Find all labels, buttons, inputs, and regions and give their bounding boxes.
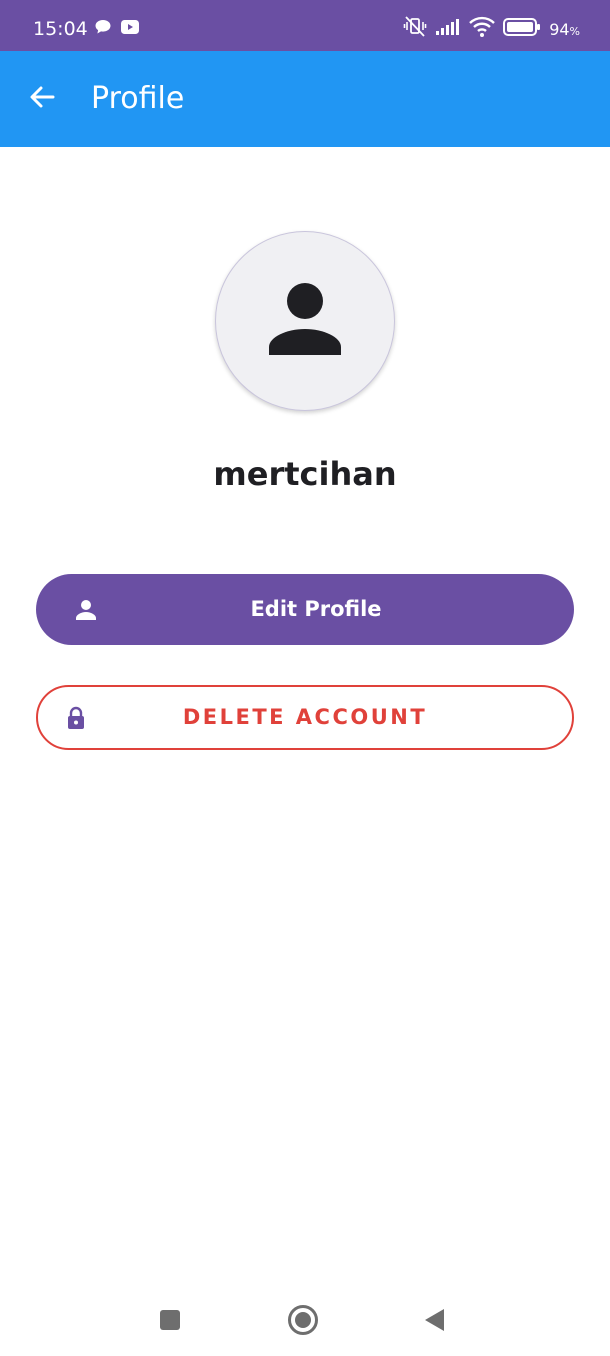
triangle-back-icon bbox=[422, 1307, 446, 1338]
circle-icon bbox=[287, 1304, 319, 1341]
notification-icons bbox=[94, 18, 140, 40]
system-status-icons: 94% bbox=[403, 15, 580, 43]
person-icon bbox=[267, 281, 343, 362]
back-button[interactable] bbox=[22, 79, 62, 119]
vibrate-off-icon bbox=[403, 15, 427, 43]
status-time: 15:04 bbox=[33, 18, 88, 40]
wifi-icon bbox=[469, 16, 496, 43]
app-bar: Profile bbox=[0, 51, 610, 147]
delete-account-button[interactable]: DELETE ACCOUNT bbox=[36, 685, 574, 750]
recents-button[interactable] bbox=[150, 1302, 190, 1342]
square-icon bbox=[158, 1308, 182, 1337]
arrow-left-icon bbox=[28, 83, 56, 116]
page-title: Profile bbox=[91, 81, 185, 116]
home-button[interactable] bbox=[283, 1302, 323, 1342]
system-nav-bar bbox=[0, 1290, 610, 1356]
delete-account-label: DELETE ACCOUNT bbox=[182, 705, 428, 729]
signal-icon bbox=[435, 18, 461, 41]
chat-bubble-icon bbox=[94, 19, 112, 40]
edit-profile-button[interactable]: Edit Profile bbox=[36, 574, 574, 645]
youtube-icon bbox=[120, 19, 140, 40]
edit-profile-label: Edit Profile bbox=[250, 597, 382, 621]
status-bar: 15:04 94% bbox=[0, 0, 610, 51]
username: mertcihan bbox=[213, 455, 397, 493]
avatar bbox=[215, 231, 395, 411]
battery-icon bbox=[503, 17, 541, 42]
nav-back-button[interactable] bbox=[414, 1302, 454, 1342]
battery-percent: 94% bbox=[549, 19, 580, 39]
